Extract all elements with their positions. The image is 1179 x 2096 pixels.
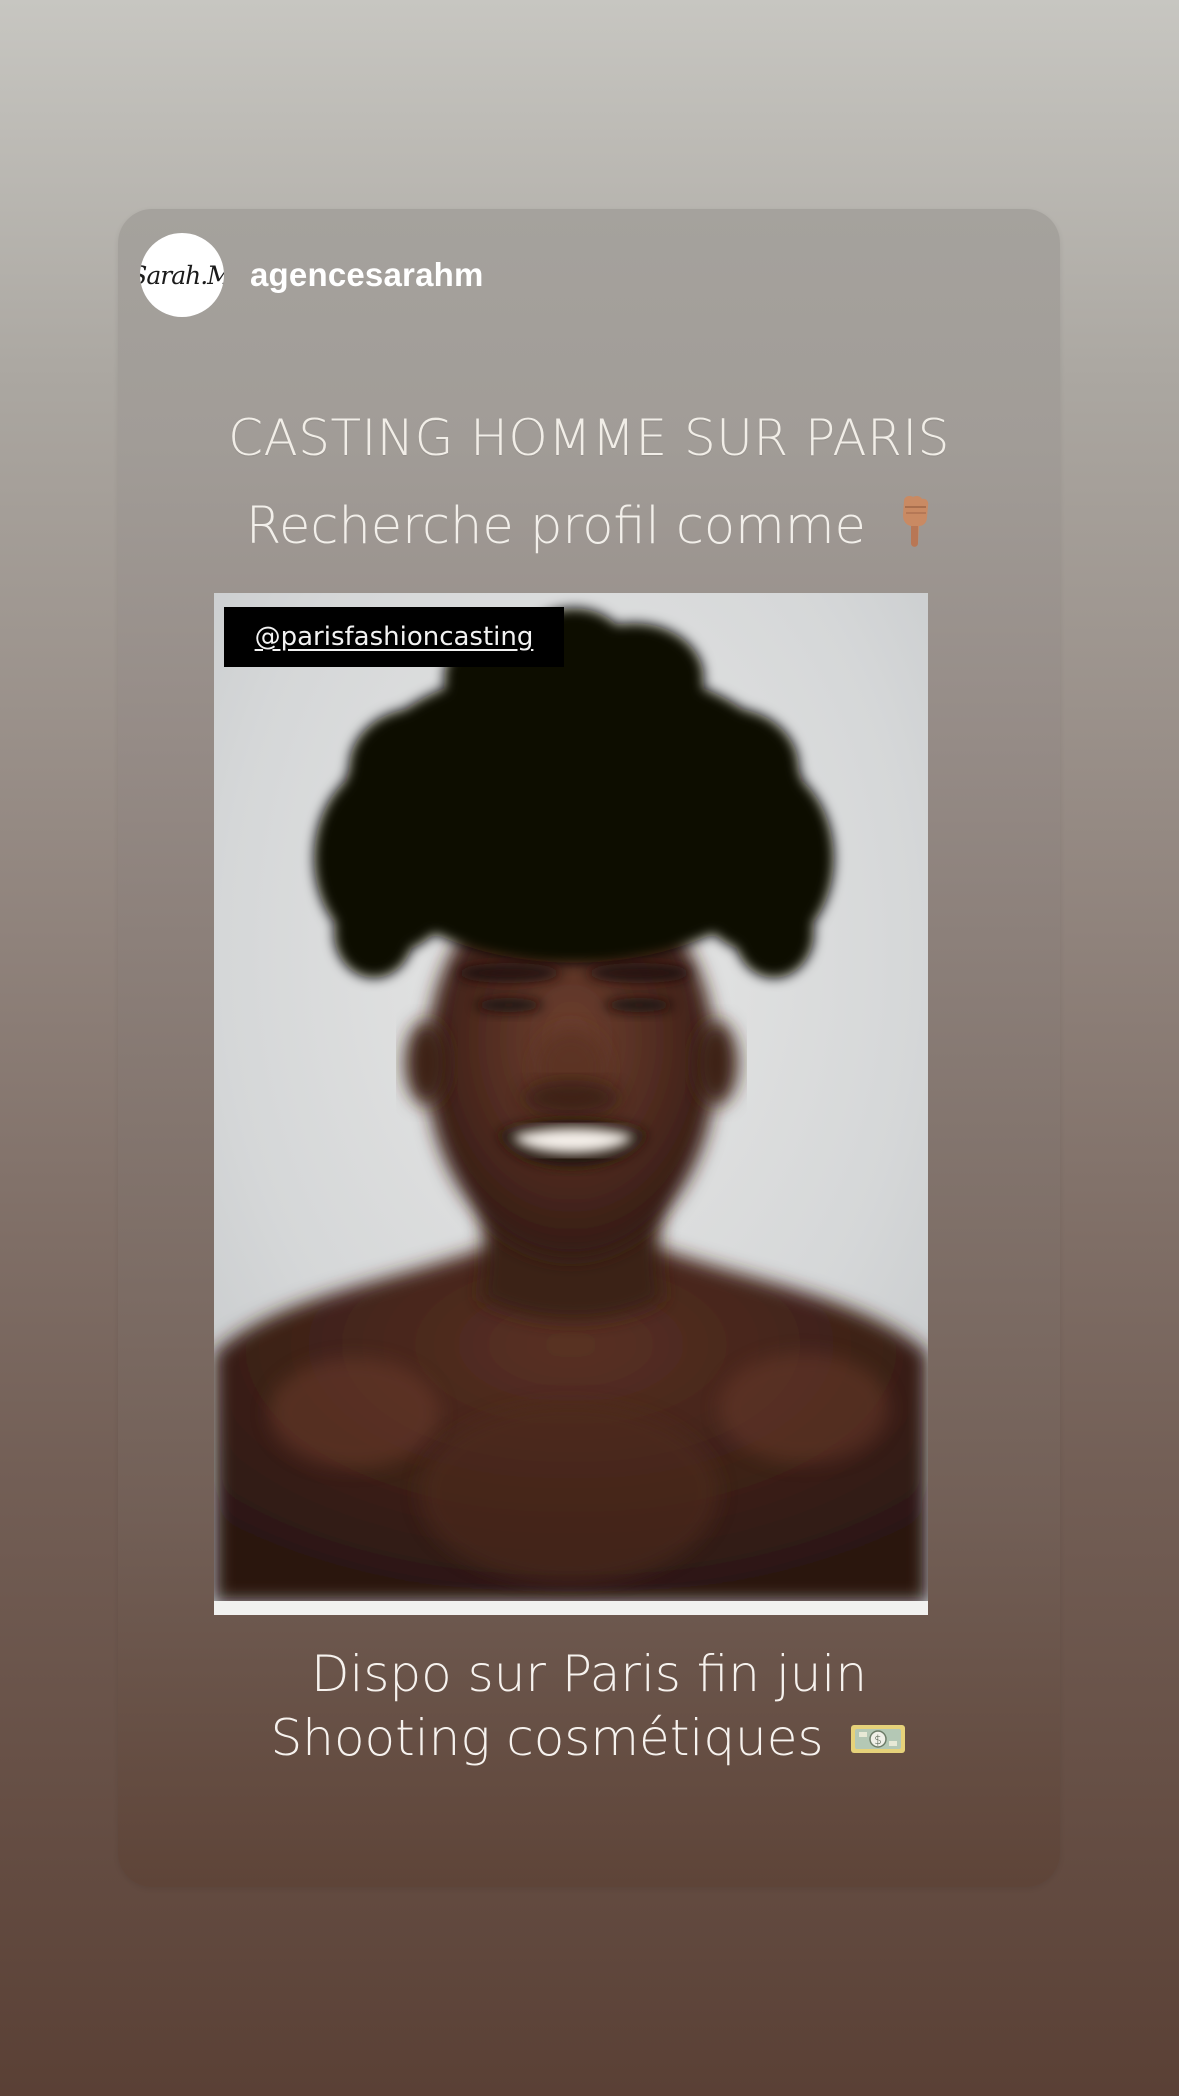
casting-photo: @parisfashioncasting	[214, 593, 928, 1615]
profile-request-line: Recherche profil comme	[118, 493, 1060, 556]
shooting-text: Shooting cosmétiques	[270, 1709, 824, 1767]
casting-title: CASTING HOMME SUR PARIS	[228, 409, 950, 467]
story-card: Sarah.M agencesarahm CASTING HOMME SUR P…	[118, 209, 1060, 1887]
availability-line: Dispo sur Paris fin juin	[310, 1645, 868, 1703]
story-header: Sarah.M agencesarahm	[140, 233, 484, 317]
profile-request-text: Recherche profil comme	[245, 497, 866, 556]
photo-credit-handle[interactable]: @parisfashioncasting	[255, 622, 534, 652]
profile-username[interactable]: agencesarahm	[250, 256, 484, 294]
photo-credit-tag[interactable]: @parisfashioncasting	[224, 607, 564, 667]
svg-text:$: $	[875, 1733, 883, 1747]
shooting-line: Shooting cosmétiques $	[118, 1709, 1060, 1767]
profile-avatar[interactable]: Sarah.M	[140, 233, 224, 317]
pointing-down-icon	[898, 493, 932, 549]
money-icon: $	[849, 1713, 907, 1753]
model-portrait-illustration	[214, 593, 928, 1615]
avatar-logo-text: Sarah.M	[140, 260, 224, 290]
